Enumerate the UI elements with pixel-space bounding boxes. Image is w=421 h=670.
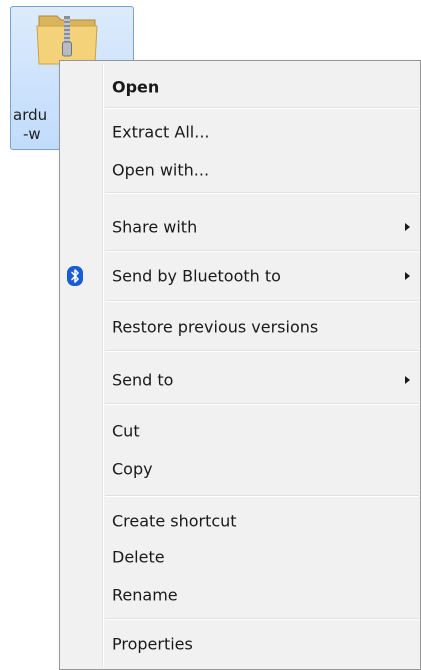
context-menu: Open Extract All... Open with... Share w… xyxy=(59,60,421,670)
menu-separator xyxy=(105,350,418,352)
menu-item-open-with[interactable]: Open with... xyxy=(62,152,418,188)
menu-item-label: Cut xyxy=(112,421,140,441)
menu-item-label: Copy xyxy=(112,459,153,479)
menu-separator xyxy=(105,618,418,620)
menu-item-copy[interactable]: Copy xyxy=(62,451,418,487)
menu-item-label: Send by Bluetooth to xyxy=(112,266,281,286)
menu-item-label: Restore previous versions xyxy=(112,317,319,337)
menu-item-label: Delete xyxy=(112,547,165,567)
menu-item-create-shortcut[interactable]: Create shortcut xyxy=(62,503,418,539)
menu-item-label: Extract All... xyxy=(112,122,210,142)
menu-item-share-with[interactable]: Share with xyxy=(62,209,418,245)
menu-separator xyxy=(105,107,418,109)
menu-separator xyxy=(105,192,418,194)
menu-item-label: Create shortcut xyxy=(112,511,237,531)
bluetooth-icon xyxy=(67,266,83,286)
menu-item-rename[interactable]: Rename xyxy=(62,577,418,613)
menu-separator xyxy=(105,250,418,252)
menu-item-label: Rename xyxy=(112,585,178,605)
menu-item-delete[interactable]: Delete xyxy=(62,539,418,575)
submenu-arrow-icon xyxy=(405,223,410,231)
menu-item-send-to[interactable]: Send to xyxy=(62,362,418,398)
menu-item-label: Send to xyxy=(112,370,174,390)
menu-item-label: Share with xyxy=(112,217,198,237)
menu-separator xyxy=(105,300,418,302)
menu-item-send-by-bluetooth[interactable]: Send by Bluetooth to xyxy=(62,258,418,294)
menu-item-extract-all[interactable]: Extract All... xyxy=(62,114,418,150)
menu-item-restore-previous-versions[interactable]: Restore previous versions xyxy=(62,309,418,345)
menu-item-open[interactable]: Open xyxy=(62,69,418,105)
menu-separator xyxy=(105,495,418,497)
submenu-arrow-icon xyxy=(405,376,410,384)
submenu-arrow-icon xyxy=(405,272,410,280)
menu-item-properties[interactable]: Properties xyxy=(62,626,418,662)
menu-separator xyxy=(105,403,418,405)
menu-item-label: Open xyxy=(112,77,160,97)
menu-item-label: Properties xyxy=(112,634,193,654)
menu-item-cut[interactable]: Cut xyxy=(62,413,418,449)
zip-folder-icon xyxy=(36,15,98,65)
menu-item-label: Open with... xyxy=(112,160,210,180)
